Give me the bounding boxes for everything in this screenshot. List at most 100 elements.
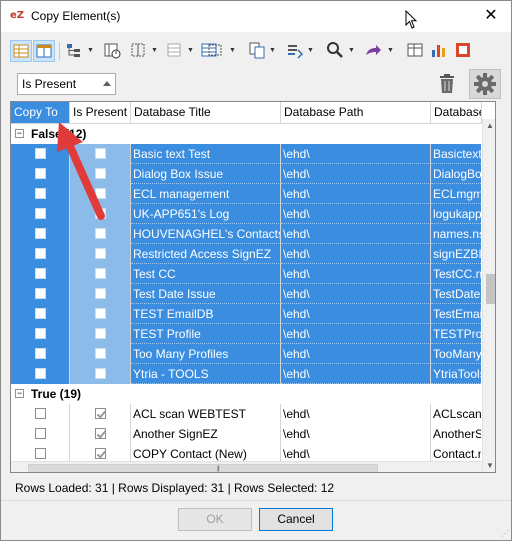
copy-to-checkbox[interactable] <box>35 408 46 419</box>
table-row[interactable]: UK-APP651's Log \ehd\ logukapp <box>11 204 481 224</box>
chevron-down-icon[interactable]: ▼ <box>387 47 394 54</box>
column-header-database[interactable]: Database <box>431 102 482 123</box>
database-title-cell: Test CC <box>131 264 281 284</box>
column-header-database-path[interactable]: Database Path <box>281 102 431 123</box>
split-view-icon[interactable] <box>33 40 55 62</box>
app-logo-icon: eZ <box>10 10 25 21</box>
table-row[interactable]: TEST EmailDB \ehd\ TestEmail <box>11 304 481 324</box>
table-row[interactable]: TEST Profile\ehd\TESTProfi <box>11 324 481 344</box>
close-button[interactable]: ✕ <box>479 5 503 27</box>
vertical-scrollbar[interactable]: ▲ ▼ <box>482 119 495 472</box>
copy-to-checkbox[interactable] <box>35 188 46 199</box>
is-present-cell <box>70 304 131 324</box>
copy-to-cell <box>11 284 70 304</box>
ok-button[interactable]: OK <box>178 508 252 531</box>
window-title: Copy Element(s) <box>31 9 121 23</box>
copy-to-checkbox[interactable] <box>35 168 46 179</box>
column-group-icon[interactable] <box>164 40 186 62</box>
column-delete-icon[interactable] <box>102 40 124 62</box>
group-row[interactable]: − False (12) <box>11 124 481 144</box>
copy-to-cell <box>11 164 70 184</box>
office-icon[interactable] <box>453 40 475 62</box>
resize-grip-icon[interactable]: ⋰ <box>501 529 509 538</box>
collapse-icon[interactable]: − <box>15 129 24 138</box>
scroll-up-icon[interactable]: ▲ <box>486 121 494 130</box>
is-present-checkbox <box>95 228 106 239</box>
table-row[interactable]: Too Many Profiles \ehd\ TooMany <box>11 344 481 364</box>
copy-to-checkbox[interactable] <box>35 448 46 459</box>
copy-icon[interactable] <box>247 40 269 62</box>
is-present-checkbox <box>95 328 106 339</box>
copy-to-checkbox[interactable] <box>35 308 46 319</box>
search-icon[interactable] <box>325 40 347 62</box>
table-row[interactable]: Basic text Test \ehd\ Basictext <box>11 144 481 164</box>
column-header-database-title[interactable]: Database Title <box>131 102 281 123</box>
copy-elements-dialog: eZ Copy Element(s) ✕ ▼ ▼ ▼ ▼ ▼ ▼ ▼ ▼ Is … <box>0 0 512 541</box>
copy-to-checkbox[interactable] <box>35 208 46 219</box>
selection-icon[interactable] <box>205 40 227 62</box>
database-file-cell: DialogBo <box>431 164 481 184</box>
database-title-cell: Restricted Access SignEZ <box>131 244 281 264</box>
copy-to-checkbox[interactable] <box>35 368 46 379</box>
grid-export-icon[interactable] <box>405 40 427 62</box>
database-title-cell: Dialog Box Issue <box>131 164 281 184</box>
table-row[interactable]: Test CC\ehd\TestCC.ns <box>11 264 481 284</box>
copy-to-checkbox[interactable] <box>35 228 46 239</box>
copy-to-checkbox[interactable] <box>35 348 46 359</box>
copy-to-checkbox[interactable] <box>35 268 46 279</box>
chevron-down-icon[interactable]: ▼ <box>87 47 94 54</box>
table-row[interactable]: ACL scan WEBTEST \ehd\ ACLscan. <box>11 404 481 424</box>
group-by-select[interactable]: Is Present <box>17 73 116 95</box>
horizontal-scroll-thumb[interactable]: ||| <box>28 464 378 472</box>
cancel-button[interactable]: Cancel <box>259 508 333 531</box>
table-row[interactable]: Test Date Issue \ehd\ TestDateI <box>11 284 481 304</box>
copy-to-checkbox[interactable] <box>35 328 46 339</box>
collapse-icon[interactable]: − <box>15 389 24 398</box>
database-file-cell: TESTProfi <box>431 324 481 344</box>
chart-icon[interactable] <box>429 40 451 62</box>
database-path-cell: \ehd\ <box>281 364 431 384</box>
copy-to-checkbox[interactable] <box>35 248 46 259</box>
copy-to-checkbox[interactable] <box>35 288 46 299</box>
copy-to-checkbox[interactable] <box>35 148 46 159</box>
table-row[interactable]: Restricted Access SignEZ\ehd\signEZBIS <box>11 244 481 264</box>
database-path-cell: \ehd\ <box>281 344 431 364</box>
column-select-icon[interactable] <box>128 40 150 62</box>
table-row[interactable]: HOUVENAGHEL's Contacts \ehd\ names.ns <box>11 224 481 244</box>
database-path-cell: \ehd\ <box>281 184 431 204</box>
column-header-copy-to[interactable]: Copy To <box>11 102 70 123</box>
chevron-down-icon[interactable]: ▼ <box>269 47 276 54</box>
copy-to-cell <box>11 304 70 324</box>
table-row[interactable]: ECL management \ehd\ ECLmgm <box>11 184 481 204</box>
grid-view-icon[interactable] <box>10 40 32 62</box>
database-path-cell: \ehd\ <box>281 264 431 284</box>
trash-icon[interactable] <box>438 74 456 94</box>
copy-to-cell <box>11 224 70 244</box>
database-path-cell: \ehd\ <box>281 144 431 164</box>
group-row[interactable]: − True (19) <box>11 384 481 404</box>
tree-icon[interactable] <box>64 40 86 62</box>
table-row[interactable]: Another SignEZ \ehd\ AnotherS <box>11 424 481 444</box>
copy-to-cell <box>11 244 70 264</box>
chevron-down-icon[interactable]: ▼ <box>307 47 314 54</box>
export-icon[interactable] <box>363 40 385 62</box>
status-bar-text: Rows Loaded: 31 | Rows Displayed: 31 | R… <box>15 481 335 495</box>
chevron-down-icon[interactable]: ▼ <box>151 47 158 54</box>
scroll-down-icon[interactable]: ▼ <box>486 461 494 470</box>
chevron-down-icon[interactable]: ▼ <box>348 47 355 54</box>
database-title-cell: Ytria - TOOLS <box>131 364 281 384</box>
chevron-down-icon[interactable]: ▼ <box>229 47 236 54</box>
merge-icon[interactable] <box>285 40 307 62</box>
vertical-scroll-thumb[interactable] <box>486 274 495 304</box>
elements-grid[interactable]: Copy To Is Present Database Title Databa… <box>10 101 496 473</box>
settings-button[interactable] <box>469 69 501 99</box>
column-header-is-present[interactable]: Is Present <box>70 102 131 123</box>
copy-to-checkbox[interactable] <box>35 428 46 439</box>
horizontal-scrollbar[interactable]: ||| <box>11 461 482 472</box>
table-row[interactable]: Ytria - TOOLS \ehd\ YtriaTools <box>11 364 481 384</box>
database-title-cell: UK-APP651's Log <box>131 204 281 224</box>
dropdown-arrow-icon <box>103 81 111 86</box>
table-row[interactable]: Dialog Box Issue \ehd\ DialogBo <box>11 164 481 184</box>
database-title-cell: HOUVENAGHEL's Contacts <box>131 224 281 244</box>
chevron-down-icon[interactable]: ▼ <box>187 47 194 54</box>
